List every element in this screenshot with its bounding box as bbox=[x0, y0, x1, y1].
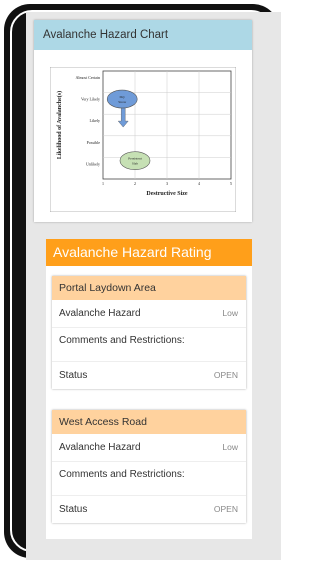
x-axis-label: Destructive Size bbox=[146, 191, 187, 197]
status-row: Status OPEN bbox=[52, 495, 246, 523]
hazard-marker[interactable]: PersistentSlab bbox=[119, 151, 151, 170]
hazard-chart-card: Avalanche Hazard Chart Almost Certain Ver… bbox=[34, 20, 252, 222]
status-label: Status bbox=[59, 504, 88, 515]
status-value: OPEN bbox=[213, 370, 238, 380]
size-tick-label: 4 bbox=[198, 181, 200, 186]
marker-label: Snow bbox=[118, 100, 126, 104]
hazard-rating-title: Avalanche Hazard Rating bbox=[46, 239, 252, 266]
comments-label: Comments and Restrictions: bbox=[59, 335, 185, 346]
marker-label: Dry bbox=[119, 95, 125, 99]
status-label: Status bbox=[59, 370, 88, 381]
hazard-row: Avalanche Hazard Low bbox=[52, 300, 246, 328]
marker-label: Persistent bbox=[128, 157, 142, 161]
size-tick-label: 2 bbox=[134, 181, 136, 186]
hazard-chart-title: Avalanche Hazard Chart bbox=[34, 20, 252, 50]
likelihood-level-label: Almost Certain bbox=[75, 75, 100, 80]
likelihood-level-label: Possible bbox=[87, 140, 101, 145]
status-value: OPEN bbox=[213, 504, 238, 514]
hazard-value: Low bbox=[222, 308, 238, 318]
likelihood-level-label: Likely bbox=[90, 118, 100, 123]
y-axis-label: Likelihood of Avalanche(s) bbox=[56, 91, 63, 159]
marker-label: Slab bbox=[132, 162, 138, 166]
hazard-marker[interactable]: DrySnow bbox=[106, 89, 138, 109]
size-tick-label: 5 bbox=[230, 181, 232, 186]
size-tick-label: 1 bbox=[102, 181, 104, 186]
comments-label: Comments and Restrictions: bbox=[59, 469, 185, 480]
area-name: West Access Road bbox=[52, 410, 246, 434]
hazard-chart: Almost Certain Very Likely Likely Possible U… bbox=[50, 67, 236, 212]
status-row: Status OPEN bbox=[52, 361, 246, 389]
area-name: Portal Laydown Area bbox=[52, 276, 246, 300]
area-card-west-access-road[interactable]: West Access Road Avalanche Hazard Low Co… bbox=[52, 410, 246, 523]
likelihood-level-label: Very Likely bbox=[81, 97, 100, 102]
comments-row: Comments and Restrictions: bbox=[52, 462, 246, 495]
hazard-label: Avalanche Hazard bbox=[59, 308, 141, 319]
hazard-rating-section: Avalanche Hazard Rating Portal Laydown A… bbox=[46, 239, 252, 539]
size-tick-label: 3 bbox=[166, 181, 168, 186]
hazard-value: Low bbox=[222, 442, 238, 452]
comments-row: Comments and Restrictions: bbox=[52, 328, 246, 361]
likelihood-level-label: Unlikely bbox=[86, 161, 100, 166]
hazard-label: Avalanche Hazard bbox=[59, 442, 141, 453]
area-card-portal-laydown[interactable]: Portal Laydown Area Avalanche Hazard Low… bbox=[52, 276, 246, 389]
hazard-row: Avalanche Hazard Low bbox=[52, 434, 246, 462]
